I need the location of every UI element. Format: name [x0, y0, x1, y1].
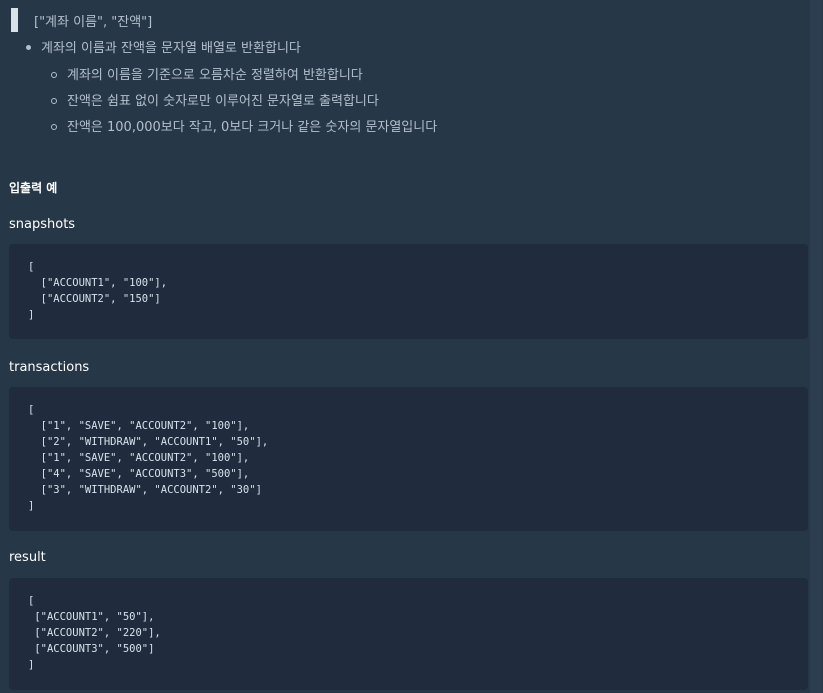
code-line: ["3", "WITHDRAW", "ACCOUNT2", "30"] — [28, 484, 262, 496]
code-line: ["1", "SAVE", "ACCOUNT2", "100"], — [28, 452, 250, 464]
bullet-circle-icon — [51, 123, 57, 130]
list-item-text: 잔액은 100,000보다 작고, 0보다 크거나 같은 숫자의 문자열입니다 — [67, 120, 438, 135]
quote-text: ["계좌 이름", "잔액"] — [34, 14, 153, 30]
list-item: 잔액은 쉼표 없이 숫자로만 이루어진 문자열로 출력합니다 — [51, 91, 379, 113]
list-item-text: 계좌의 이름을 기준으로 오름차순 정렬하여 반환합니다 — [67, 68, 363, 83]
return-format-quote: ["계좌 이름", "잔액"] — [11, 8, 152, 32]
result-code-block: [ ["ACCOUNT1", "50"], ["ACCOUNT2", "220"… — [9, 578, 808, 690]
code-line: ] — [28, 659, 35, 671]
transactions-label: transactions — [9, 360, 90, 375]
code-line: ] — [28, 500, 35, 512]
code-line: ["1", "SAVE", "ACCOUNT2", "100"], — [28, 420, 250, 432]
code-line: ["ACCOUNT1", "100"], — [28, 277, 168, 289]
code-line: ["4", "SAVE", "ACCOUNT3", "500"], — [28, 468, 250, 480]
code-line: [ — [28, 404, 35, 416]
list-item: 계좌의 이름과 잔액을 문자열 배열로 반환합니다 — [26, 38, 301, 60]
scrollbar-thumb[interactable] — [810, 0, 822, 693]
code-line: [ — [28, 595, 35, 607]
list-item-text: 계좌의 이름과 잔액을 문자열 배열로 반환합니다 — [41, 41, 301, 56]
code-line: ] — [28, 309, 35, 321]
code-line: ["ACCOUNT2", "150"] — [28, 293, 161, 305]
list-item-text: 잔액은 쉼표 없이 숫자로만 이루어진 문자열로 출력합니다 — [67, 94, 379, 109]
code-line: ["ACCOUNT1", "50"], — [28, 611, 155, 623]
result-label: result — [9, 550, 46, 565]
code-line: ["ACCOUNT3", "500"] — [28, 643, 155, 655]
list-item: 잔액은 100,000보다 작고, 0보다 크거나 같은 숫자의 문자열입니다 — [51, 117, 437, 139]
transactions-code-block: [ ["1", "SAVE", "ACCOUNT2", "100"], ["2"… — [9, 387, 808, 531]
quote-bar — [11, 8, 18, 32]
list-item: 계좌의 이름을 기준으로 오름차순 정렬하여 반환합니다 — [51, 65, 363, 87]
bullet-dot-icon — [26, 45, 31, 50]
examples-heading: 입출력 예 — [9, 181, 58, 195]
code-line: [ — [28, 261, 35, 273]
bullet-circle-icon — [51, 97, 57, 104]
code-line: ["2", "WITHDRAW", "ACCOUNT1", "50"], — [28, 436, 269, 448]
snapshots-code-block: [ ["ACCOUNT1", "100"], ["ACCOUNT2", "150… — [9, 244, 808, 339]
snapshots-label: snapshots — [9, 217, 76, 232]
code-line: ["ACCOUNT2", "220"], — [28, 627, 161, 639]
bullet-circle-icon — [51, 71, 57, 78]
scrollbar-track[interactable] — [809, 0, 823, 693]
